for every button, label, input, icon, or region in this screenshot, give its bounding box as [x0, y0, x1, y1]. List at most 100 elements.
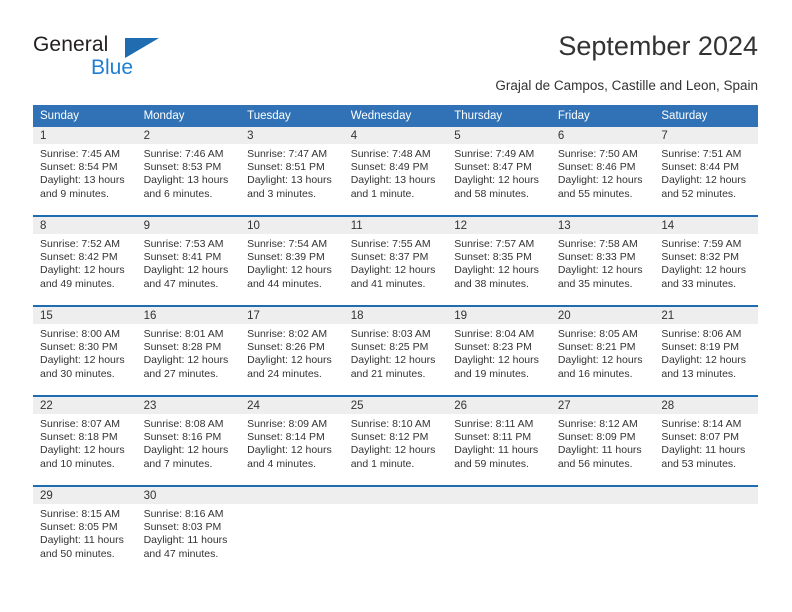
calendar-day-cell[interactable]: 11 Sunrise: 7:55 AM Sunset: 8:37 PM Dayligh…: [343, 215, 448, 306]
calendar-day-cell[interactable]: 6 Sunrise: 7:50 AM Sunset: 8:46 PM Daylight…: [550, 127, 655, 216]
calendar-day-cell[interactable]: 1 Sunrise: 7:45 AM Sunset: 8:54 PM Daylight…: [33, 127, 137, 216]
sunset-text: Sunset: 8:03 PM: [143, 521, 222, 534]
day-details: Sunrise: 7:51 AM Sunset: 8:44 PM Daylight:…: [654, 144, 758, 201]
calendar-day-cell[interactable]: 24 Sunrise: 8:09 AM Sunset: 8:14 PM Dayligh…: [240, 395, 344, 486]
calendar-day-cell[interactable]: 2 Sunrise: 7:46 AM Sunset: 8:53 PM Daylight…: [136, 127, 241, 216]
daylight-text: Daylight: 12 hours and 4 minutes.: [247, 444, 332, 470]
day-details: Sunrise: 8:03 AM Sunset: 8:25 PM Daylight:…: [344, 324, 448, 381]
calendar-day-cell[interactable]: 26 Sunrise: 8:11 AM Sunset: 8:11 PM Dayligh…: [447, 395, 551, 486]
daylight-text: Daylight: 12 hours and 21 minutes.: [350, 354, 436, 380]
daylight-text: Daylight: 11 hours and 53 minutes.: [661, 444, 746, 470]
sunset-text: Sunset: 8:26 PM: [247, 341, 325, 354]
day-details: Sunrise: 7:58 AM Sunset: 8:33 PM Daylight:…: [551, 234, 655, 291]
calendar-day-cell[interactable]: 16 Sunrise: 8:01 AM Sunset: 8:28 PM Dayligh…: [136, 305, 241, 396]
day-cell-inner: 10 Sunrise: 7:54 AM Sunset: 8:39 PM Dayligh…: [240, 217, 344, 305]
day-cell-inner: 7 Sunrise: 7:51 AM Sunset: 8:44 PM Daylight…: [654, 127, 758, 215]
sunset-text: Sunset: 8:07 PM: [661, 431, 740, 444]
calendar-day-cell[interactable]: 27 Sunrise: 8:12 AM Sunset: 8:09 PM Dayligh…: [550, 395, 655, 486]
day-details: Sunrise: 8:01 AM Sunset: 8:28 PM Daylight:…: [137, 324, 241, 381]
calendar-day-cell[interactable]: 21 Sunrise: 8:06 AM Sunset: 8:19 PM Dayligh…: [654, 305, 758, 396]
sunrise-text: Sunrise: 7:53 AM: [143, 238, 224, 250]
sunrise-text: Sunrise: 7:48 AM: [350, 148, 431, 160]
calendar-day-cell[interactable]: 5 Sunrise: 7:49 AM Sunset: 8:47 PM Daylight…: [447, 127, 551, 216]
daylight-text: Daylight: 12 hours and 27 minutes.: [143, 354, 229, 380]
sunrise-text: Sunrise: 8:04 AM: [454, 328, 535, 340]
day-details: Sunrise: 8:12 AM Sunset: 8:09 PM Daylight:…: [551, 414, 655, 471]
sunset-text: Sunset: 8:54 PM: [40, 161, 118, 174]
weekday-header-sunday: Sunday: [33, 105, 137, 127]
logo-primary-text: General: [33, 33, 109, 56]
calendar-day-cell[interactable]: 28 Sunrise: 8:14 AM Sunset: 8:07 PM Dayligh…: [654, 395, 758, 486]
day-cell-inner: 2 Sunrise: 7:46 AM Sunset: 8:53 PM Daylight…: [136, 127, 241, 215]
sunset-text: Sunset: 8:35 PM: [454, 251, 532, 264]
weekday-header-saturday: Saturday: [654, 105, 758, 127]
calendar-day-cell[interactable]: 18 Sunrise: 8:03 AM Sunset: 8:25 PM Dayligh…: [343, 305, 448, 396]
calendar-day-cell[interactable]: 19 Sunrise: 8:04 AM Sunset: 8:23 PM Dayligh…: [447, 305, 551, 396]
day-details: Sunrise: 8:15 AM Sunset: 8:05 PM Daylight:…: [33, 504, 137, 561]
daylight-text: Daylight: 12 hours and 33 minutes.: [661, 264, 747, 290]
daylight-text: Daylight: 12 hours and 49 minutes.: [40, 264, 125, 290]
day-number: 16: [136, 307, 241, 324]
sunset-text: Sunset: 8:14 PM: [247, 431, 325, 444]
daylight-text: Daylight: 12 hours and 35 minutes.: [557, 264, 643, 290]
day-number: [654, 487, 758, 504]
sunrise-text: Sunrise: 8:02 AM: [247, 328, 328, 340]
sunrise-text: Sunrise: 8:03 AM: [350, 328, 431, 340]
calendar-day-cell[interactable]: 25 Sunrise: 8:10 AM Sunset: 8:12 PM Dayligh…: [343, 395, 448, 486]
calendar-day-cell[interactable]: 13 Sunrise: 7:58 AM Sunset: 8:33 PM Dayligh…: [550, 215, 655, 306]
day-number: 17: [240, 307, 344, 324]
day-cell-inner: 18 Sunrise: 8:03 AM Sunset: 8:25 PM Dayligh…: [343, 307, 448, 395]
day-number: 2: [136, 127, 241, 144]
calendar-week-row: 15 Sunrise: 8:00 AM Sunset: 8:30 PM Dayligh…: [33, 305, 758, 396]
page-subtitle: Grajal de Campos, Castille and Leon, Spa…: [495, 78, 758, 93]
day-details: Sunrise: 8:00 AM Sunset: 8:30 PM Daylight:…: [33, 324, 137, 381]
sunrise-text: Sunrise: 8:15 AM: [40, 508, 120, 520]
calendar-day-cell[interactable]: 20 Sunrise: 8:05 AM Sunset: 8:21 PM Dayligh…: [550, 305, 655, 396]
day-number: 9: [136, 217, 241, 234]
day-cell-inner: 1 Sunrise: 7:45 AM Sunset: 8:54 PM Daylight…: [33, 127, 137, 215]
daylight-text: Daylight: 12 hours and 52 minutes.: [661, 174, 747, 200]
sunset-text: Sunset: 8:25 PM: [350, 341, 429, 354]
calendar-day-cell[interactable]: 3 Sunrise: 7:47 AM Sunset: 8:51 PM Daylight…: [240, 127, 344, 216]
calendar-day-cell[interactable]: 23 Sunrise: 8:08 AM Sunset: 8:16 PM Dayligh…: [136, 395, 241, 486]
sunset-text: Sunset: 8:09 PM: [557, 431, 636, 444]
day-cell-inner: 13 Sunrise: 7:58 AM Sunset: 8:33 PM Dayligh…: [550, 217, 655, 305]
calendar-day-cell[interactable]: 30 Sunrise: 8:16 AM Sunset: 8:03 PM Dayligh…: [136, 485, 241, 575]
sunset-text: Sunset: 8:46 PM: [557, 161, 636, 174]
day-number: 22: [33, 397, 137, 414]
calendar-empty-cell: [343, 485, 448, 575]
calendar-day-cell[interactable]: 9 Sunrise: 7:53 AM Sunset: 8:41 PM Daylight…: [136, 215, 241, 306]
sunrise-sunset-calendar: Sunday Monday Tuesday Wednesday Thursday…: [33, 105, 758, 575]
calendar-day-cell[interactable]: 4 Sunrise: 7:48 AM Sunset: 8:49 PM Daylight…: [343, 127, 448, 216]
sunrise-text: Sunrise: 7:45 AM: [40, 148, 120, 160]
calendar-day-cell[interactable]: 12 Sunrise: 7:57 AM Sunset: 8:35 PM Dayligh…: [447, 215, 551, 306]
calendar-page: General Blue September 2024 Grajal de Ca…: [0, 0, 792, 612]
daylight-text: Daylight: 12 hours and 16 minutes.: [557, 354, 643, 380]
calendar-day-cell[interactable]: 29 Sunrise: 8:15 AM Sunset: 8:05 PM Dayligh…: [33, 485, 137, 575]
daylight-text: Daylight: 12 hours and 13 minutes.: [661, 354, 747, 380]
page-title: September 2024: [558, 31, 758, 61]
calendar-day-cell[interactable]: 22 Sunrise: 8:07 AM Sunset: 8:18 PM Dayligh…: [33, 395, 137, 486]
day-cell-inner: [240, 487, 344, 575]
calendar-day-cell[interactable]: 15 Sunrise: 8:00 AM Sunset: 8:30 PM Dayligh…: [33, 305, 137, 396]
day-number: 23: [136, 397, 241, 414]
calendar-day-cell[interactable]: 10 Sunrise: 7:54 AM Sunset: 8:39 PM Dayligh…: [240, 215, 344, 306]
sunrise-text: Sunrise: 7:59 AM: [661, 238, 742, 250]
daylight-text: Daylight: 12 hours and 41 minutes.: [350, 264, 436, 290]
day-details: Sunrise: 8:11 AM Sunset: 8:11 PM Daylight:…: [447, 414, 551, 471]
calendar-empty-cell: [447, 485, 551, 575]
calendar-day-cell[interactable]: 7 Sunrise: 7:51 AM Sunset: 8:44 PM Daylight…: [654, 127, 758, 216]
day-number: 29: [33, 487, 137, 504]
sunrise-text: Sunrise: 8:05 AM: [557, 328, 638, 340]
sunrise-text: Sunrise: 8:07 AM: [40, 418, 120, 430]
calendar-day-cell[interactable]: 17 Sunrise: 8:02 AM Sunset: 8:26 PM Dayligh…: [240, 305, 344, 396]
calendar-day-cell[interactable]: 14 Sunrise: 7:59 AM Sunset: 8:32 PM Dayligh…: [654, 215, 758, 306]
sunset-text: Sunset: 8:05 PM: [40, 521, 118, 534]
day-details: Sunrise: 8:14 AM Sunset: 8:07 PM Daylight:…: [654, 414, 758, 471]
day-cell-inner: [654, 487, 758, 575]
calendar-day-cell[interactable]: 8 Sunrise: 7:52 AM Sunset: 8:42 PM Daylight…: [33, 215, 137, 306]
day-cell-inner: 28 Sunrise: 8:14 AM Sunset: 8:07 PM Dayligh…: [654, 397, 758, 485]
day-cell-inner: [550, 487, 655, 575]
calendar-week-row: 1 Sunrise: 7:45 AM Sunset: 8:54 PM Daylight…: [33, 127, 758, 216]
sunrise-text: Sunrise: 7:49 AM: [454, 148, 535, 160]
